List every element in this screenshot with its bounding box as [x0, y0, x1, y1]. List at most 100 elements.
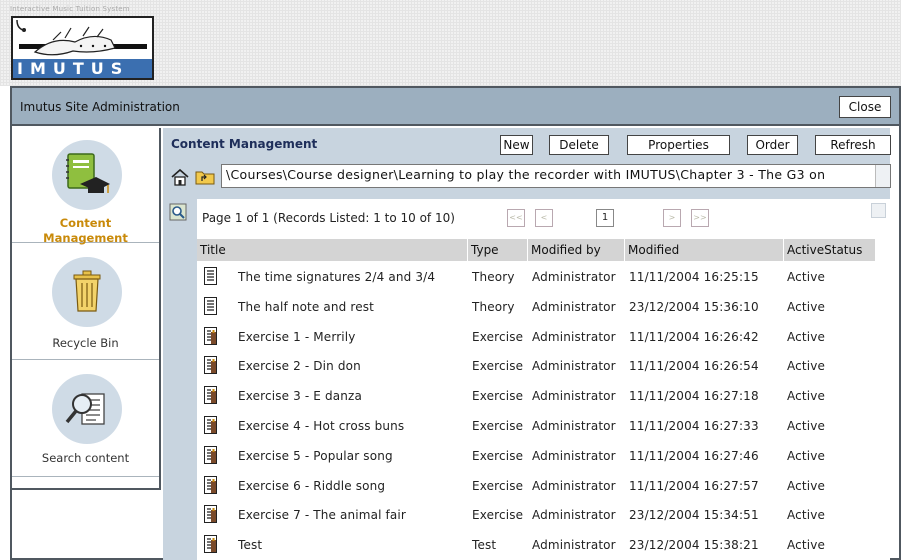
table-row[interactable]: Exercise 7 - The animal fair Exercise Admi… — [197, 501, 875, 531]
row-modified-by: Administrator — [532, 508, 616, 523]
next-page-button[interactable]: > — [663, 209, 681, 227]
row-title[interactable]: Exercise 6 - Riddle song — [238, 479, 385, 493]
table-header: Title Type Modified by Modified ActiveSt… — [197, 239, 875, 261]
sidebar-item-recycle-bin[interactable]: Recycle Bin — [12, 245, 159, 360]
row-type: Exercise — [472, 419, 524, 433]
row-modified: 23/12/2004 15:38:21 — [629, 538, 759, 553]
exercise-document-icon — [204, 475, 217, 494]
notebook-graduation-cap-icon — [66, 153, 110, 193]
exercise-document-icon — [204, 386, 217, 405]
delete-button[interactable]: Delete — [549, 135, 609, 155]
current-page-button[interactable]: 1 — [596, 209, 614, 227]
row-status: Active — [787, 389, 826, 404]
row-type: Exercise — [472, 359, 524, 374]
row-title[interactable]: The time signatures 2/4 and 3/4 — [238, 270, 435, 284]
row-type: Exercise — [472, 389, 524, 404]
row-status: Active — [787, 359, 826, 374]
row-modified-by: Administrator — [532, 359, 616, 374]
row-type: Exercise — [472, 329, 524, 344]
row-modified: 11/11/2004 16:27:57 — [629, 478, 759, 493]
new-button[interactable]: New — [500, 135, 533, 155]
row-type: Test — [472, 538, 497, 553]
row-modified-by: Administrator — [532, 419, 616, 433]
sidebar-item-search-content[interactable]: Search content — [12, 362, 159, 477]
close-button[interactable]: Close — [839, 96, 891, 118]
admin-window: Imutus Site Administration Close Content… — [10, 86, 901, 560]
path-scrollbar[interactable] — [875, 165, 890, 187]
row-title[interactable]: Exercise 2 - Din don — [238, 359, 361, 373]
row-modified: 23/12/2004 15:36:10 — [629, 299, 759, 314]
row-modified: 11/11/2004 16:27:18 — [629, 389, 759, 404]
exercise-document-icon — [204, 505, 217, 524]
row-modified-by: Administrator — [532, 270, 616, 284]
listing-panel: Page 1 of 1 (Records Listed: 1 to 10 of … — [163, 196, 890, 560]
column-header-modified[interactable]: Modified — [624, 239, 783, 261]
row-status: Active — [787, 508, 826, 523]
row-status: Active — [787, 270, 826, 284]
row-modified-by: Administrator — [532, 448, 616, 463]
content-header: Content Management New Delete Properties… — [163, 128, 891, 196]
row-title[interactable]: Exercise 4 - Hot cross buns — [238, 419, 404, 433]
table-row[interactable]: The half note and rest Theory Administrato… — [197, 293, 875, 323]
list-scrollbar[interactable] — [871, 203, 886, 218]
current-path-field[interactable]: \Courses\Course designer\Learning to pla… — [221, 164, 891, 188]
home-icon[interactable] — [171, 168, 189, 186]
row-status: Active — [787, 299, 826, 314]
row-title[interactable]: The half note and rest — [238, 300, 374, 314]
table-row[interactable]: Exercise 4 - Hot cross buns Exercise Admin… — [197, 412, 875, 442]
last-page-button[interactable]: >> — [691, 209, 709, 227]
refresh-button[interactable]: Refresh — [815, 135, 891, 155]
theory-document-icon — [204, 296, 217, 315]
sidebar: Content Management Recycle Bin Search co… — [12, 128, 161, 490]
table-row[interactable]: Exercise 5 - Popular song Exercise Adminis… — [197, 442, 875, 472]
row-modified: 11/11/2004 16:25:15 — [629, 270, 759, 284]
magnifier-document-icon — [65, 393, 105, 425]
exercise-document-icon — [204, 326, 217, 345]
exercise-document-icon — [204, 356, 217, 375]
row-modified: 23/12/2004 15:34:51 — [629, 508, 759, 523]
row-title[interactable]: Exercise 7 - The animal fair — [238, 508, 406, 522]
search-icon[interactable] — [169, 203, 187, 221]
exercise-document-icon — [204, 416, 217, 434]
row-type: Exercise — [472, 508, 524, 523]
order-button[interactable]: Order — [747, 135, 798, 155]
prev-page-button[interactable]: < — [535, 209, 553, 227]
column-header-title[interactable]: Title — [197, 239, 467, 261]
row-modified: 11/11/2004 16:27:33 — [629, 419, 759, 433]
table-row[interactable]: Test Test Administrator 23/12/2004 15:38:21… — [197, 531, 875, 560]
table-row[interactable]: Exercise 1 - Merrily Exercise Administrato… — [197, 323, 875, 353]
row-title[interactable]: Test — [238, 538, 262, 552]
row-title[interactable]: Exercise 1 - Merrily — [238, 330, 356, 344]
row-title[interactable]: Exercise 3 - E danza — [238, 389, 362, 403]
row-status: Active — [787, 419, 826, 433]
column-header-type[interactable]: Type — [467, 239, 527, 261]
column-header-active-status[interactable]: ActiveStatus — [783, 239, 875, 261]
recorder-hands-logo-art — [16, 19, 147, 56]
window-titlebar: Imutus Site Administration Close — [12, 88, 899, 126]
row-status: Active — [787, 478, 826, 493]
recycle-bin-icon — [73, 270, 101, 312]
row-modified-by: Administrator — [532, 389, 616, 404]
imutus-logo: IMUTUS — [11, 16, 154, 80]
table-row[interactable]: The time signatures 2/4 and 3/4 Theory Adm… — [197, 263, 875, 293]
column-header-modified-by[interactable]: Modified by — [527, 239, 624, 261]
window-title: Imutus Site Administration — [20, 100, 180, 114]
sidebar-item-label: Content — [59, 216, 112, 230]
properties-button[interactable]: Properties — [627, 135, 730, 155]
pager-status: Page 1 of 1 (Records Listed: 1 to 10 of … — [202, 211, 455, 225]
folder-up-icon[interactable] — [195, 169, 215, 185]
row-type: Theory — [472, 299, 515, 314]
sidebar-item-label: Search content — [41, 451, 130, 465]
sidebar-item-content-management[interactable]: Content Management — [12, 128, 159, 245]
row-modified: 11/11/2004 16:27:46 — [629, 448, 759, 463]
table-row[interactable]: Exercise 6 - Riddle song Exercise Administ… — [197, 472, 875, 502]
table-row[interactable]: Exercise 3 - E danza Exercise Administrato… — [197, 382, 875, 412]
first-page-button[interactable]: << — [507, 209, 525, 227]
exercise-document-icon — [204, 445, 217, 464]
content-title: Content Management — [171, 137, 318, 151]
records-list: Page 1 of 1 (Records Listed: 1 to 10 of … — [197, 199, 890, 560]
row-modified: 11/11/2004 16:26:54 — [629, 359, 759, 374]
row-type: Exercise — [472, 478, 524, 493]
table-row[interactable]: Exercise 2 - Din don Exercise Administrato… — [197, 352, 875, 382]
row-title[interactable]: Exercise 5 - Popular song — [238, 449, 393, 463]
